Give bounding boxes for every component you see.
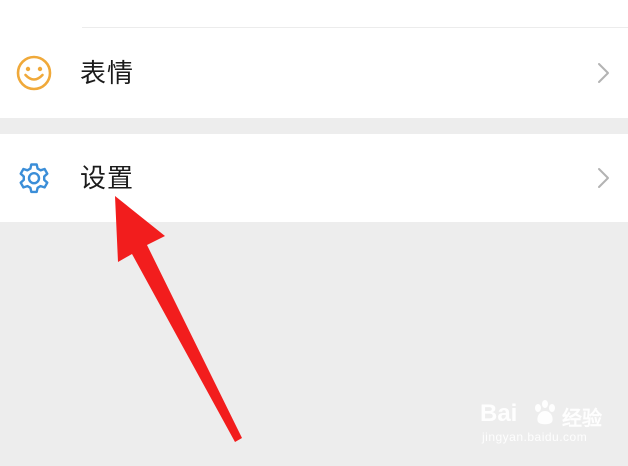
watermark-suffix: 经验	[562, 408, 602, 430]
watermark-url: jingyan.baidu.com	[482, 430, 588, 444]
menu-item-label: 表情	[80, 59, 135, 89]
menu-item-label: 设置	[80, 164, 135, 194]
paw-icon	[530, 398, 560, 428]
watermark-brand: Bai	[480, 400, 518, 427]
chevron-right-icon	[596, 61, 612, 85]
menu-item-settings[interactable]: 设置	[0, 134, 628, 222]
previous-item-bottom	[0, 0, 628, 28]
menu-item-stickers[interactable]: 表情	[0, 28, 628, 118]
chevron-right-icon	[596, 166, 612, 190]
baidu-watermark: Bai 经验 jingyan.baidu.com	[480, 398, 620, 448]
smiley-face-icon	[14, 53, 54, 93]
gear-icon	[14, 159, 54, 199]
settings-menu-page: 表情 设置 Bai 经验 jingyan.baidu.com	[0, 0, 628, 466]
